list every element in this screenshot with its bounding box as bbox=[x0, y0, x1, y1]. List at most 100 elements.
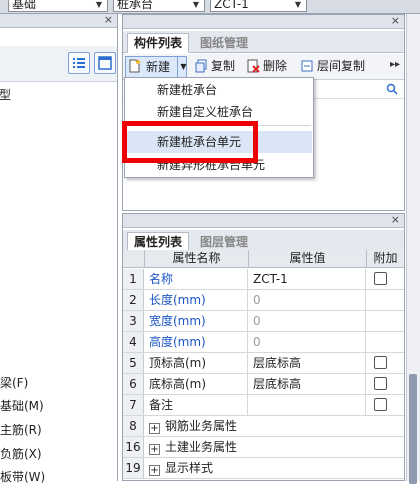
property-name: 长度(mm) bbox=[145, 290, 248, 310]
scrollbar-thumb[interactable] bbox=[409, 374, 417, 484]
table-row[interactable]: 7 备注 bbox=[123, 395, 404, 416]
property-extra-cell bbox=[367, 353, 404, 373]
nav-item-partial[interactable]: 型 bbox=[0, 86, 11, 103]
delete-button[interactable]: 删除 bbox=[245, 57, 287, 77]
menu-item-new-pile-cap[interactable]: 新建桩承台 bbox=[126, 79, 312, 101]
table-row[interactable]: 2 长度(mm) 0 bbox=[123, 290, 404, 311]
property-value[interactable]: 0 bbox=[249, 332, 366, 352]
property-extra-cell bbox=[367, 269, 404, 289]
column-header-extra: 附加 bbox=[373, 251, 398, 265]
property-value[interactable]: ZCT-1 bbox=[249, 269, 366, 289]
property-name: 底标高(m) bbox=[145, 374, 248, 394]
property-group-name: + 显示样式 bbox=[145, 458, 366, 478]
left-panel-header: × bbox=[0, 13, 117, 28]
row-number-header bbox=[123, 250, 145, 268]
tab-layer-management[interactable]: 图层管理 bbox=[193, 232, 255, 252]
table-row[interactable]: 19 + 显示样式 bbox=[123, 458, 404, 479]
search-icon[interactable] bbox=[386, 83, 398, 95]
property-group-label: 钢筋业务属性 bbox=[165, 419, 238, 433]
property-value[interactable] bbox=[249, 395, 366, 415]
tab-property-list[interactable]: 属性列表 bbox=[127, 232, 190, 252]
right-scrollbar[interactable] bbox=[406, 14, 420, 484]
property-value[interactable]: 层底标高 bbox=[249, 353, 366, 373]
nav-item-beam[interactable]: 梁(F) bbox=[0, 374, 28, 391]
row-number: 7 bbox=[123, 395, 144, 415]
row-number: 6 bbox=[123, 374, 144, 394]
property-extra-cell bbox=[367, 395, 404, 415]
table-row[interactable]: 6 底标高(m) 层底标高 bbox=[123, 374, 404, 395]
property-extra-cell bbox=[367, 290, 404, 310]
left-panel-toolbar bbox=[0, 46, 117, 82]
extra-checkbox[interactable] bbox=[374, 272, 387, 285]
nav-item-main-rebar[interactable]: 主筋(R) bbox=[0, 421, 42, 438]
tab-component-list[interactable]: 构件列表 bbox=[127, 33, 190, 53]
delete-button-label: 删除 bbox=[263, 59, 288, 73]
row-number: 5 bbox=[123, 353, 144, 373]
list-view-icon bbox=[73, 58, 85, 68]
property-name: 名称 bbox=[145, 269, 248, 289]
close-icon[interactable]: × bbox=[104, 13, 113, 26]
close-icon[interactable]: × bbox=[391, 213, 400, 226]
property-name: 顶标高(m) bbox=[145, 353, 248, 373]
table-row[interactable]: 16 + 土建业务属性 bbox=[123, 437, 404, 458]
expand-icon[interactable]: + bbox=[149, 444, 160, 455]
new-document-icon bbox=[129, 59, 141, 73]
copy-button[interactable]: 复制 bbox=[193, 57, 235, 77]
component-name-select[interactable]: ZCT-1 ▼ bbox=[210, 0, 307, 12]
table-row[interactable]: 1 名称 ZCT-1 bbox=[123, 269, 404, 290]
extra-checkbox[interactable] bbox=[374, 377, 387, 390]
table-row[interactable]: 4 高度(mm) 0 bbox=[123, 332, 404, 353]
top-toolbar: 基础 ▼ 桩承台 ▼ ZCT-1 ▼ bbox=[0, 0, 420, 14]
panel-view-button[interactable] bbox=[94, 52, 116, 74]
tab-drawing-management[interactable]: 图纸管理 bbox=[193, 33, 255, 53]
table-row[interactable]: 8 + 钢筋业务属性 bbox=[123, 416, 404, 437]
expand-icon[interactable]: + bbox=[149, 423, 160, 434]
chevron-down-icon[interactable]: ▼ bbox=[177, 56, 189, 78]
property-value[interactable]: 0 bbox=[249, 290, 366, 310]
property-name: 高度(mm) bbox=[145, 332, 248, 352]
row-number: 8 bbox=[123, 416, 144, 436]
property-name: 宽度(mm) bbox=[145, 311, 248, 331]
column-header-value: 属性值 bbox=[249, 250, 367, 268]
double-chevron-right-icon[interactable]: ▸▸ bbox=[390, 59, 400, 70]
extra-checkbox[interactable] bbox=[374, 398, 387, 411]
property-extra-cell bbox=[367, 332, 404, 352]
list-view-button[interactable] bbox=[68, 52, 90, 74]
nav-item-slab-strip[interactable]: 板带(W) bbox=[0, 468, 45, 485]
row-number: 2 bbox=[123, 290, 144, 310]
menu-item-new-custom-pile-cap[interactable]: 新建自定义桩承台 bbox=[126, 101, 312, 123]
floor-category-value: 基础 bbox=[12, 0, 37, 11]
property-list-panel: × 属性列表 图层管理 属性名称 属性值 附加 1 名称 ZCT-1 2 长度(mm) 0… bbox=[122, 213, 405, 481]
floor-copy-button[interactable]: 层间复制 bbox=[299, 57, 365, 77]
copy-icon bbox=[195, 59, 207, 73]
table-row[interactable]: 3 宽度(mm) 0 bbox=[123, 311, 404, 332]
chevron-down-icon[interactable]: ▼ bbox=[190, 0, 202, 10]
property-value[interactable]: 层底标高 bbox=[249, 374, 366, 394]
delete-icon bbox=[247, 59, 260, 73]
close-icon[interactable]: × bbox=[391, 14, 400, 27]
expand-icon[interactable]: + bbox=[149, 465, 160, 476]
property-grid-header: 属性名称 属性值 附加 bbox=[123, 250, 404, 268]
property-value[interactable]: 0 bbox=[249, 311, 366, 331]
component-type-select[interactable]: 桩承台 ▼ bbox=[113, 0, 205, 12]
property-group-label: 土建业务属性 bbox=[165, 440, 238, 454]
nav-item-negative-rebar[interactable]: 负筋(X) bbox=[0, 445, 42, 462]
nav-item-foundation[interactable]: 基础(M) bbox=[0, 397, 44, 414]
extra-checkbox[interactable] bbox=[374, 356, 387, 369]
row-number: 19 bbox=[123, 458, 144, 478]
property-extra-cell bbox=[367, 374, 404, 394]
property-panel-tabs: 属性列表 图层管理 bbox=[123, 230, 404, 252]
table-row[interactable]: 5 顶标高(m) 层底标高 bbox=[123, 353, 404, 374]
row-number: 16 bbox=[123, 437, 144, 457]
row-number: 3 bbox=[123, 311, 144, 331]
property-extra-cell bbox=[367, 311, 404, 331]
component-type-value: 桩承台 bbox=[117, 0, 154, 11]
window-view-icon bbox=[98, 56, 112, 70]
floor-category-select[interactable]: 基础 ▼ bbox=[8, 0, 108, 12]
copy-button-label: 复制 bbox=[211, 59, 236, 73]
row-number: 4 bbox=[123, 332, 144, 352]
chevron-down-icon[interactable]: ▼ bbox=[292, 0, 304, 10]
highlight-annotation-box bbox=[122, 121, 258, 163]
chevron-down-icon[interactable]: ▼ bbox=[93, 0, 105, 10]
property-panel-header: × bbox=[123, 213, 404, 228]
